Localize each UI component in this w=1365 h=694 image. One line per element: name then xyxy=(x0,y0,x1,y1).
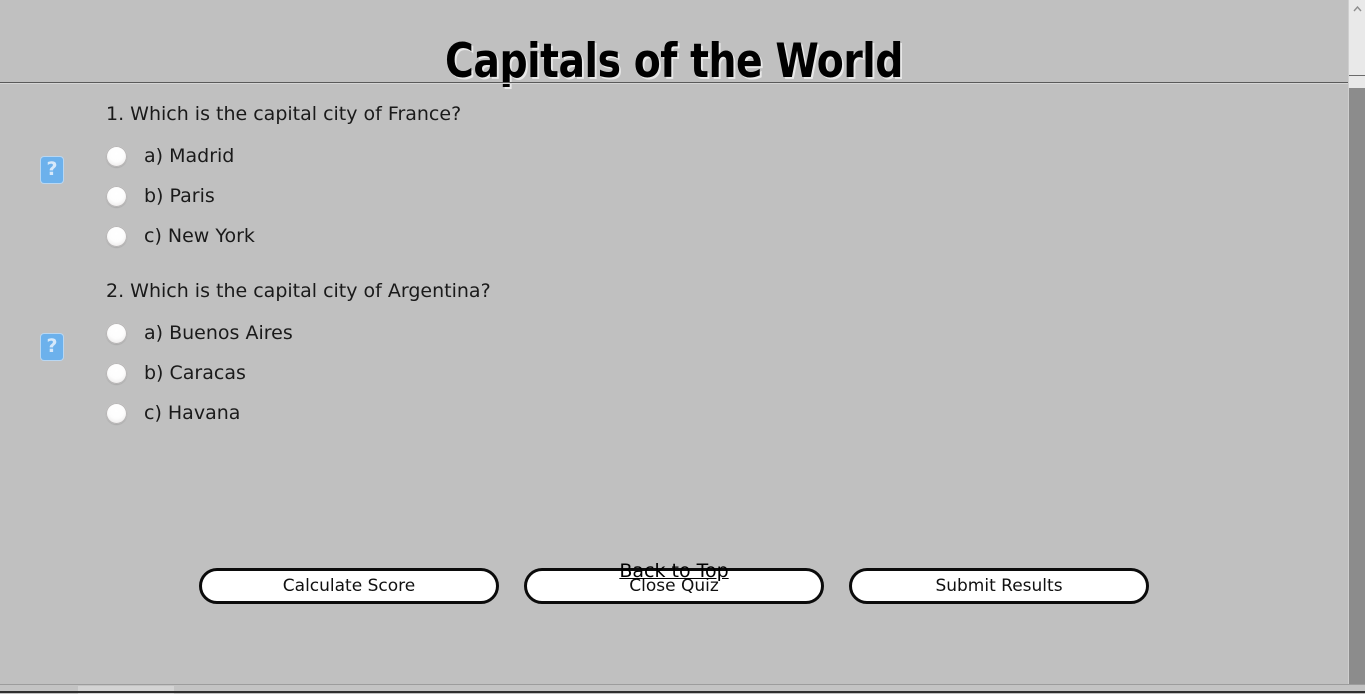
option-row-2b[interactable]: b) Caracas xyxy=(106,358,246,388)
question-text-1: 1. Which is the capital city of France? xyxy=(106,103,462,125)
question-text-2: 2. Which is the capital city of Argentin… xyxy=(106,280,491,302)
page-header: Capitals of the World xyxy=(0,0,1348,89)
option-label-2a: a) Buenos Aires xyxy=(144,322,293,344)
radio-1a[interactable] xyxy=(106,145,127,167)
option-row-1b[interactable]: b) Paris xyxy=(106,181,215,211)
scroll-up-button[interactable] xyxy=(1349,0,1365,17)
vertical-scrollbar[interactable] xyxy=(1348,0,1365,684)
question-block-2: 2. Which is the capital city of Argentin… xyxy=(0,262,1348,439)
page-viewport: Capitals of the World 1. Which is the ca… xyxy=(0,0,1348,684)
option-row-2a[interactable]: a) Buenos Aires xyxy=(106,318,293,348)
broken-image-icon xyxy=(41,156,63,183)
scrollbar-divider xyxy=(1349,75,1365,76)
radio-1b[interactable] xyxy=(106,185,127,207)
option-label-1a: a) Madrid xyxy=(144,145,235,167)
option-label-1c: c) New York xyxy=(144,225,255,247)
option-row-2c[interactable]: c) Havana xyxy=(106,398,240,428)
option-label-1b: b) Paris xyxy=(144,185,215,207)
back-to-top-link[interactable]: Back to Top xyxy=(619,560,728,582)
radio-2c[interactable] xyxy=(106,402,127,424)
chevron-up-icon xyxy=(1352,5,1362,11)
option-row-1a[interactable]: a) Madrid xyxy=(106,141,234,171)
radio-1c[interactable] xyxy=(106,225,127,247)
header-divider xyxy=(0,82,1348,84)
quiz-form: 1. Which is the capital city of France? … xyxy=(0,85,1348,604)
option-label-2b: b) Caracas xyxy=(144,362,246,384)
radio-2b[interactable] xyxy=(106,362,127,384)
option-label-2c: c) Havana xyxy=(144,402,241,424)
radio-2a[interactable] xyxy=(106,322,127,344)
vertical-scrollbar-thumb[interactable] xyxy=(1349,88,1365,684)
option-row-1c[interactable]: c) New York xyxy=(106,221,255,251)
broken-image-icon xyxy=(41,333,63,360)
question-block-1: 1. Which is the capital city of France? … xyxy=(0,85,1348,262)
page-footer: Back to Top xyxy=(0,560,1348,582)
